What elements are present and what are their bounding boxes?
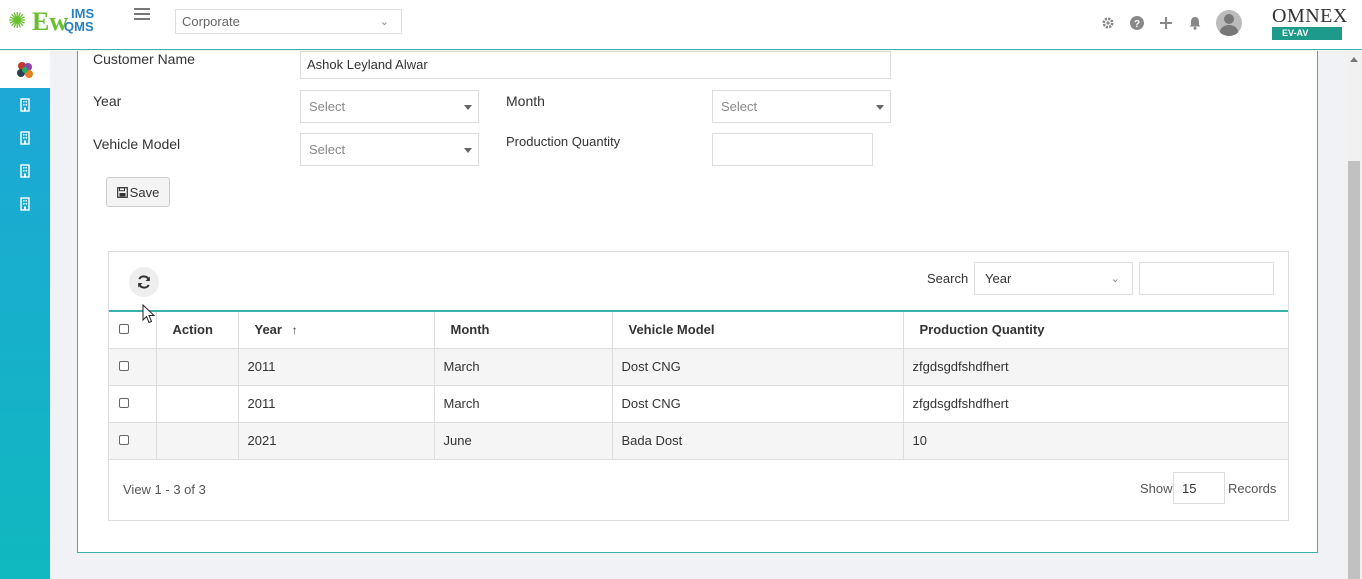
refresh-icon[interactable]	[129, 267, 159, 297]
cell-vehicle-model: Dost CNG	[612, 348, 904, 386]
caret-down-icon	[876, 105, 884, 110]
building-icon	[20, 196, 30, 211]
cell-action[interactable]	[156, 348, 239, 386]
row-select-cell	[109, 348, 157, 386]
scroll-up-arrow-icon[interactable]	[1350, 57, 1358, 62]
cell-month: June	[434, 422, 613, 460]
svg-text:?: ?	[1134, 19, 1140, 30]
logo-qms-text: QMS	[64, 19, 94, 34]
save-button[interactable]: Save	[106, 177, 170, 207]
production-table: Action Year ↑ Month Vehicle Model Produc…	[109, 310, 1288, 460]
records-per-page-input[interactable]: 15	[1173, 472, 1225, 504]
brand-badge: EV-AV	[1272, 27, 1342, 40]
cell-action[interactable]	[156, 422, 239, 460]
cell-month: March	[434, 385, 613, 423]
column-header-production-quantity[interactable]: Production Quantity	[903, 311, 1288, 349]
row-select-cell	[109, 385, 157, 423]
row-checkbox[interactable]	[119, 361, 129, 371]
chevron-down-icon: ⌄	[1110, 273, 1120, 285]
sidebar	[0, 51, 50, 579]
building-icon	[20, 130, 30, 145]
month-select-value: Select	[721, 99, 758, 114]
production-form-panel: Customer Name Ashok Leyland Alwar Year S…	[77, 51, 1318, 553]
hamburger-menu-icon[interactable]	[134, 8, 150, 24]
sidebar-item-building-2[interactable]	[0, 121, 50, 154]
table-header-row: Action Year ↑ Month Vehicle Model Produc…	[109, 311, 1288, 349]
vehicle-model-label: Vehicle Model	[93, 136, 181, 152]
row-checkbox[interactable]	[119, 398, 129, 408]
production-quantity-label: Production Quantity	[506, 134, 621, 149]
month-select[interactable]: Select	[712, 90, 891, 123]
caret-down-icon	[464, 148, 472, 153]
logo-sun-icon: ✺	[8, 8, 27, 33]
cell-production-quantity: zfgdsgdfshdfhert	[903, 348, 1288, 386]
cell-vehicle-model: Dost CNG	[612, 385, 904, 423]
show-label: Show	[1140, 481, 1173, 496]
save-icon	[116, 186, 128, 198]
header-icons: ?	[1100, 10, 1242, 36]
year-select[interactable]: Select	[300, 90, 479, 123]
year-select-value: Select	[309, 99, 346, 114]
pagination-summary: View 1 - 3 of 3	[123, 482, 206, 497]
table-row[interactable]: 2021 June Bada Dost 10	[109, 422, 1288, 460]
mouse-pointer-icon	[142, 304, 156, 324]
cell-year: 2011	[238, 348, 435, 386]
help-icon[interactable]: ?	[1129, 15, 1145, 31]
cell-vehicle-model: Bada Dost	[612, 422, 904, 460]
row-checkbox[interactable]	[119, 435, 129, 445]
logo-text: Ew	[32, 7, 69, 36]
row-select-cell	[109, 422, 157, 460]
column-header-year[interactable]: Year ↑	[238, 311, 435, 349]
sidebar-modules-icon[interactable]	[0, 51, 50, 88]
organization-select[interactable]: Corporate ⌄	[175, 9, 402, 34]
search-field-value: Year	[985, 271, 1012, 286]
top-bar: ✺ Ew IMS QMS Corporate ⌄ ? OMNEX EV-AV	[0, 0, 1362, 50]
gear-icon[interactable]	[1100, 15, 1116, 31]
customer-name-label: Customer Name	[93, 51, 195, 67]
table-row[interactable]: 2011 March Dost CNG zfgdsgdfshdfhert	[109, 348, 1288, 386]
vertical-scrollbar[interactable]	[1346, 51, 1362, 579]
organization-select-value: Corporate	[182, 14, 240, 29]
column-header-month[interactable]: Month	[434, 311, 613, 349]
cell-production-quantity: 10	[903, 422, 1288, 460]
scrollbar-thumb[interactable]	[1348, 161, 1360, 579]
bell-icon[interactable]	[1187, 15, 1203, 31]
cell-month: March	[434, 348, 613, 386]
production-grid: Search Year ⌄ Action Year ↑ Month Vehicl…	[108, 251, 1289, 521]
cell-production-quantity: zfgdsgdfshdfhert	[903, 385, 1288, 423]
table-row[interactable]: 2011 March Dost CNG zfgdsgdfshdfhert	[109, 385, 1288, 423]
sidebar-item-building-4[interactable]	[0, 187, 50, 220]
omnex-brand-logo: OMNEX EV-AV	[1272, 6, 1348, 40]
column-header-vehicle-model[interactable]: Vehicle Model	[612, 311, 904, 349]
save-button-label: Save	[129, 184, 160, 200]
ewqims-logo[interactable]: ✺ Ew IMS QMS	[8, 6, 103, 40]
cell-year: 2021	[238, 422, 435, 460]
sidebar-item-building-1[interactable]	[0, 88, 50, 121]
sidebar-item-building-3[interactable]	[0, 154, 50, 187]
chevron-down-icon: ⌄	[379, 16, 389, 28]
search-label: Search	[927, 271, 969, 286]
column-header-action[interactable]: Action	[156, 311, 239, 349]
customer-name-field[interactable]: Ashok Leyland Alwar	[300, 51, 891, 79]
search-field-select[interactable]: Year ⌄	[974, 262, 1133, 295]
cell-year: 2011	[238, 385, 435, 423]
vehicle-model-select[interactable]: Select	[300, 133, 479, 166]
plus-icon[interactable]	[1158, 15, 1174, 31]
records-label: Records	[1228, 481, 1277, 496]
year-label: Year	[93, 93, 122, 109]
building-icon	[20, 97, 30, 112]
user-avatar[interactable]	[1216, 10, 1242, 36]
search-input[interactable]	[1139, 262, 1274, 295]
cell-action[interactable]	[156, 385, 239, 423]
brand-name: OMNEX	[1272, 5, 1348, 27]
production-quantity-field[interactable]	[712, 133, 873, 166]
vehicle-model-select-value: Select	[309, 142, 346, 157]
building-icon	[20, 163, 30, 178]
month-label: Month	[506, 93, 545, 109]
column-header-year-label: Year	[254, 322, 282, 338]
sort-ascending-icon: ↑	[291, 323, 298, 338]
caret-down-icon	[464, 105, 472, 110]
select-all-checkbox[interactable]	[119, 324, 129, 335]
